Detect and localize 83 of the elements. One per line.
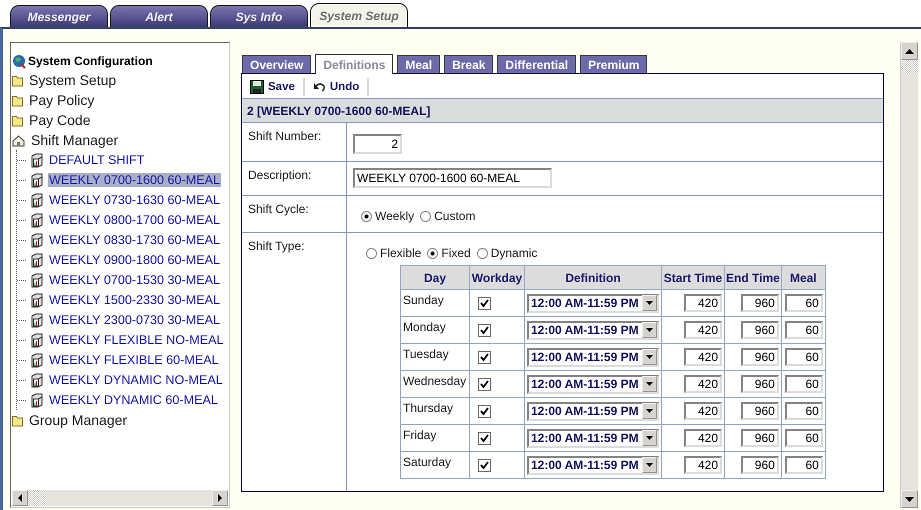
tree-item[interactable]: Group Manager (28, 412, 128, 428)
app-tab[interactable]: Messenger (10, 5, 108, 27)
definition-dropdown[interactable]: 12:00 AM-11:59 PM (527, 402, 659, 420)
tree-item[interactable]: WEEKLY 0830-1730 60-MEAL (48, 233, 222, 247)
definition-dropdown[interactable]: 12:00 AM-11:59 PM (527, 320, 659, 340)
time-field[interactable]: 960 (740, 456, 779, 474)
time-field[interactable]: 420 (684, 294, 722, 312)
field-label: Description: (242, 162, 347, 195)
time-field[interactable]: 60 (784, 348, 823, 366)
description-field[interactable]: WEEKLY 0700-1600 60-MEAL (353, 168, 552, 188)
tree-item[interactable]: WEEKLY 0700-1530 30-MEAL (48, 273, 222, 287)
tree-item[interactable]: Pay Policy (28, 92, 96, 108)
shift-number-field[interactable]: 2 (353, 134, 402, 154)
tree-item[interactable]: WEEKLY 1500-2330 30-MEAL (48, 293, 222, 307)
time-field[interactable]: 60 (784, 456, 823, 474)
tree-item[interactable]: Shift Manager (30, 132, 120, 148)
app-tab[interactable]: Alert (110, 5, 208, 27)
time-field[interactable]: 60 (784, 429, 823, 447)
toolbar-button[interactable]: Undo (312, 78, 370, 96)
radio-option[interactable]: Custom (420, 209, 476, 223)
tree-item[interactable]: DEFAULT SHIFT (48, 153, 146, 167)
tree-item[interactable]: WEEKLY 0800-1700 60-MEAL (48, 213, 222, 227)
table-cell: Saturday (400, 452, 470, 478)
time-field[interactable]: 960 (740, 402, 779, 420)
app-tab[interactable]: Sys Info (210, 5, 308, 27)
definition-dropdown[interactable]: 12:00 AM-11:59 PM (527, 294, 659, 312)
tree-item[interactable]: WEEKLY 0730-1630 60-MEAL (48, 193, 222, 207)
tree-item[interactable]: WEEKLY FLEXIBLE 60-MEAL (48, 353, 220, 367)
app-tab[interactable]: System Setup (310, 3, 408, 27)
record-title: 2 [WEEKLY 0700-1600 60-MEAL] (242, 98, 883, 123)
column-header: Definition (524, 266, 662, 290)
tree-item[interactable]: WEEKLY 0700-1600 60-MEAL (48, 173, 222, 187)
time-field[interactable]: 960 (740, 321, 779, 339)
column-header: Meal (781, 266, 826, 290)
table-cell: Thursday (400, 398, 470, 424)
section-tab[interactable]: Premium (580, 55, 648, 73)
tree-item[interactable]: WEEKLY DYNAMIC 60-MEAL (48, 393, 219, 407)
tree-item[interactable]: WEEKLY DYNAMIC NO-MEAL (48, 373, 224, 387)
time-field[interactable]: 960 (740, 375, 779, 393)
time-field[interactable]: 60 (784, 375, 823, 393)
tree-item[interactable]: System Setup (28, 72, 118, 88)
definition-dropdown[interactable]: 12:00 AM-11:59 PM (527, 348, 659, 366)
definition-dropdown[interactable]: 12:00 AM-11:59 PM (527, 428, 659, 448)
radio-option[interactable]: Dynamic (476, 246, 538, 260)
time-field[interactable]: 420 (684, 429, 722, 447)
tree-item[interactable]: WEEKLY FLEXIBLE NO-MEAL (48, 333, 225, 347)
column-header: End Time (724, 266, 782, 290)
table-cell: Monday (400, 316, 470, 344)
definition-dropdown[interactable]: 12:00 AM-11:59 PM (527, 456, 659, 474)
time-field[interactable]: 60 (784, 321, 823, 339)
table-cell: Sunday (400, 290, 470, 316)
time-field[interactable]: 420 (684, 321, 722, 339)
table-cell: Friday (400, 424, 470, 452)
column-header: Day (400, 266, 470, 290)
time-field[interactable]: 60 (784, 402, 823, 420)
table-cell: Tuesday (400, 344, 470, 370)
column-header: Start Time (662, 266, 724, 290)
time-field[interactable]: 60 (784, 294, 823, 312)
column-header: Workday (470, 266, 524, 290)
definition-dropdown[interactable]: 12:00 AM-11:59 PM (527, 374, 659, 394)
section-tab[interactable]: Overview (242, 55, 312, 73)
radio-option[interactable]: Fixed (427, 246, 471, 260)
field-label: Shift Number: (242, 123, 347, 161)
tree-item[interactable]: Pay Code (28, 112, 92, 128)
toolbar-button[interactable]: Save (250, 78, 305, 96)
time-field[interactable]: 960 (740, 348, 779, 366)
radio-option[interactable]: Weekly (361, 209, 414, 223)
section-tab[interactable]: Break (444, 55, 494, 73)
time-field[interactable]: 420 (684, 375, 722, 393)
radio-option[interactable]: Flexible (366, 246, 422, 260)
time-field[interactable]: 420 (684, 456, 722, 474)
section-tab[interactable]: Differential (497, 55, 576, 73)
table-cell: Wednesday (400, 370, 470, 398)
time-field[interactable]: 960 (740, 429, 779, 447)
field-label: Shift Cycle: (242, 196, 347, 232)
time-field[interactable]: 420 (684, 402, 722, 420)
tree-item[interactable]: WEEKLY 2300-0730 30-MEAL (48, 313, 222, 327)
tree-root[interactable]: System Configuration (28, 54, 153, 68)
time-field[interactable]: 420 (684, 348, 722, 366)
field-label: Shift Type: (242, 233, 347, 491)
tree-item[interactable]: WEEKLY 0900-1800 60-MEAL (48, 253, 222, 267)
section-tab[interactable]: Meal (397, 55, 440, 73)
time-field[interactable]: 960 (740, 294, 779, 312)
